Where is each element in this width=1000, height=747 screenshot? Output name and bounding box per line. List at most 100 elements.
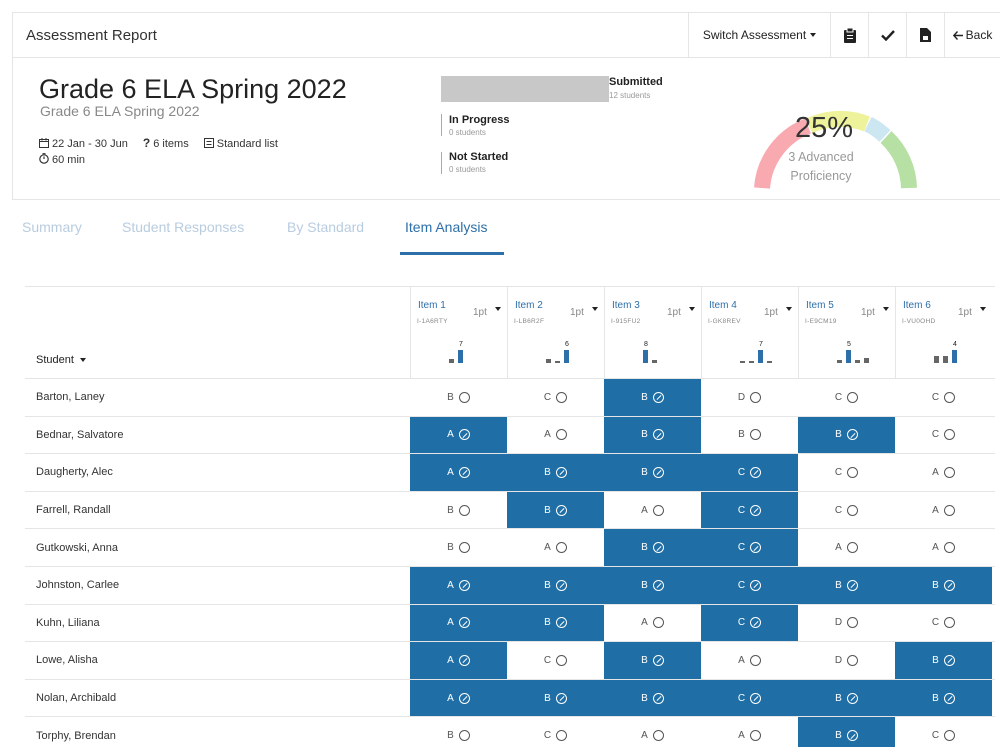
incorrect-answer-cell[interactable]: B [410,379,507,416]
incorrect-answer-cell[interactable]: C [895,417,992,454]
item-dropdown-icon[interactable] [883,307,889,311]
correct-answer-cell[interactable]: B [798,717,895,747]
correct-answer-cell[interactable]: B [507,491,604,529]
incorrect-answer-cell[interactable]: B [410,529,507,566]
item-name[interactable]: Item 2 [515,300,543,311]
incorrect-answer-cell[interactable]: A [895,529,992,566]
item-name[interactable]: Item 6 [903,300,931,311]
student-name[interactable]: Torphy, Brendan [36,717,116,747]
incorrect-answer-cell[interactable]: B [410,717,507,747]
student-column-header[interactable]: Student [36,354,86,366]
correct-answer-cell[interactable]: B [507,454,604,491]
item-name[interactable]: Item 5 [806,300,834,311]
check-button[interactable] [868,13,906,57]
standard-list-link[interactable]: Standard list [203,138,278,150]
correct-answer-cell[interactable]: B [604,379,701,416]
correct-answer-cell[interactable]: B [798,566,895,604]
student-name[interactable]: Nolan, Archibald [36,680,116,717]
incorrect-answer-cell[interactable]: C [798,454,895,491]
incorrect-answer-cell[interactable]: A [604,717,701,747]
incorrect-answer-cell[interactable]: A [507,529,604,566]
check-circle-icon [458,466,470,478]
incorrect-answer-cell[interactable]: C [507,717,604,747]
student-name[interactable]: Daugherty, Alec [36,454,113,491]
tab-summary[interactable]: Summary [22,219,82,235]
incorrect-answer-cell[interactable]: B [410,492,507,529]
item-dropdown-icon[interactable] [980,307,986,311]
correct-answer-cell[interactable]: C [701,679,798,717]
correct-answer-cell[interactable]: A [410,642,507,679]
correct-answer-cell[interactable]: B [604,566,701,604]
correct-answer-cell[interactable]: A [410,454,507,491]
switch-assessment-button[interactable]: Switch Assessment [688,13,830,57]
student-name[interactable]: Barton, Laney [36,379,105,416]
correct-answer-cell[interactable]: B [798,416,895,454]
item-name[interactable]: Item 3 [612,300,640,311]
clipboard-button[interactable] [830,13,868,57]
correct-answer-cell[interactable]: B [507,604,604,642]
incorrect-answer-cell[interactable]: A [895,454,992,491]
tab-student-responses[interactable]: Student Responses [122,219,244,235]
correct-answer-cell[interactable]: B [507,679,604,717]
correct-answer-cell[interactable]: B [895,642,992,679]
item-dropdown-icon[interactable] [786,307,792,311]
item-name[interactable]: Item 1 [418,300,446,311]
student-name[interactable]: Lowe, Alisha [36,642,98,679]
incorrect-answer-cell[interactable]: C [507,642,604,679]
incorrect-answer-cell[interactable]: C [895,605,992,642]
incorrect-answer-cell[interactable]: C [895,379,992,416]
item-dropdown-icon[interactable] [689,307,695,311]
incorrect-answer-cell[interactable]: A [701,642,798,679]
correct-answer-cell[interactable]: B [604,416,701,454]
correct-answer-cell[interactable]: C [701,454,798,491]
correct-answer-cell[interactable]: B [895,566,992,604]
correct-answer-cell[interactable]: A [410,416,507,454]
incorrect-answer-cell[interactable]: B [701,417,798,454]
correct-answer-cell[interactable]: B [604,642,701,679]
incorrect-answer-cell[interactable]: D [798,642,895,679]
in-progress-count: 0 students [449,128,486,137]
incorrect-answer-cell[interactable]: A [604,605,701,642]
correct-answer-cell[interactable]: B [895,679,992,717]
correct-answer-cell[interactable]: A [410,679,507,717]
incorrect-answer-cell[interactable]: D [798,605,895,642]
student-name[interactable]: Johnston, Carlee [36,567,119,604]
item-dropdown-icon[interactable] [495,307,501,311]
incorrect-answer-cell[interactable]: A [895,492,992,529]
correct-answer-cell[interactable]: C [701,566,798,604]
tab-by-standard[interactable]: By Standard [287,219,364,235]
incorrect-answer-cell[interactable]: A [507,417,604,454]
incorrect-answer-cell[interactable]: A [798,529,895,566]
empty-circle-icon [943,466,955,478]
student-name[interactable]: Gutkowski, Anna [36,529,118,566]
item-name[interactable]: Item 4 [709,300,737,311]
correct-answer-cell[interactable]: B [604,679,701,717]
correct-answer-cell[interactable]: B [798,679,895,717]
student-name[interactable]: Farrell, Randall [36,492,111,529]
back-button[interactable]: Back [944,13,1000,57]
item-dropdown-icon[interactable] [592,307,598,311]
correct-answer-cell[interactable]: A [410,566,507,604]
incorrect-answer-cell[interactable]: C [798,492,895,529]
back-label: Back [965,28,993,42]
item-code: I-1A6RTY [417,318,448,325]
correct-answer-cell[interactable]: C [701,491,798,529]
student-name[interactable]: Bednar, Salvatore [36,417,123,454]
correct-answer-cell[interactable]: A [410,604,507,642]
date-range-text: 22 Jan - 30 Jun [52,138,128,150]
correct-answer-cell[interactable]: B [604,454,701,491]
file-button[interactable] [906,13,944,57]
incorrect-answer-cell[interactable]: A [604,492,701,529]
tab-item-analysis[interactable]: Item Analysis [405,219,487,235]
correct-answer-cell[interactable]: C [701,529,798,566]
incorrect-answer-cell[interactable]: A [701,717,798,747]
student-name[interactable]: Kuhn, Liliana [36,605,100,642]
incorrect-answer-cell[interactable]: D [701,379,798,416]
answer-letter: A [641,730,648,742]
incorrect-answer-cell[interactable]: C [895,717,992,747]
correct-answer-cell[interactable]: C [701,604,798,642]
incorrect-answer-cell[interactable]: C [507,379,604,416]
incorrect-answer-cell[interactable]: C [798,379,895,416]
correct-answer-cell[interactable]: B [604,529,701,566]
correct-answer-cell[interactable]: B [507,566,604,604]
